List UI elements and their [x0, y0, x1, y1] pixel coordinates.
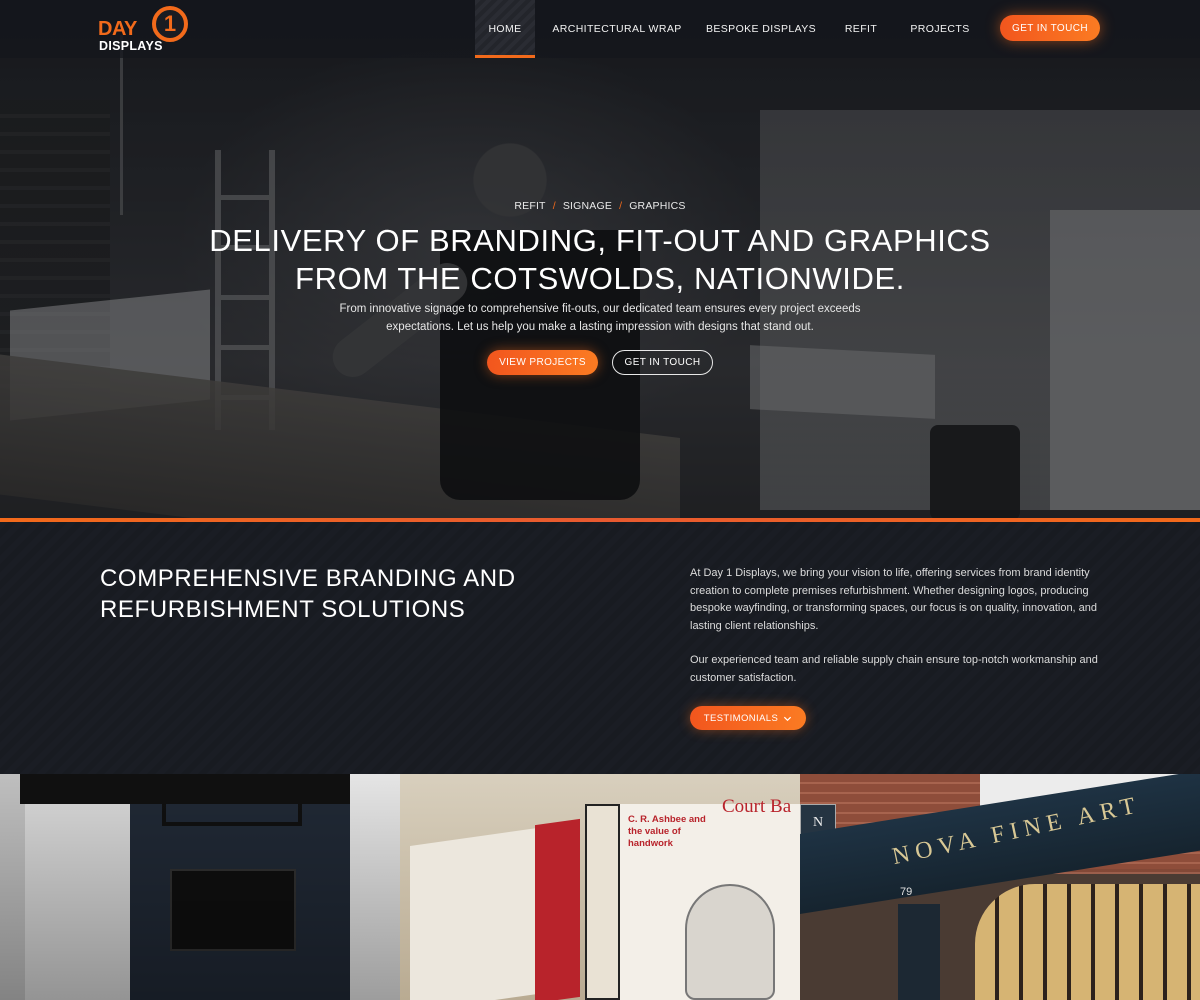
photo-exhibit-column	[585, 804, 620, 1000]
hero-title-line2: FROM THE COTSWOLDS, NATIONWIDE.	[295, 261, 905, 296]
breadcrumb-separator: /	[552, 200, 556, 212]
logo-numeral: 1	[163, 11, 177, 36]
breadcrumb-separator: /	[619, 200, 623, 212]
photo-exhibit-heading: Court Ba	[722, 796, 792, 817]
nav-item-projects[interactable]: PROJECTS	[899, 0, 981, 58]
photo-shop-window	[975, 884, 1200, 1000]
photo-exhibit-caption: C. R. Ashbee and the value of handwork	[628, 814, 706, 849]
gallery-tile-shopfront[interactable]: N NOVA FINE ART 79	[800, 774, 1200, 1000]
nav-item-architectural-wrap[interactable]: ARCHITECTURAL WRAP	[535, 0, 699, 58]
photo-exhibit-panel-red	[535, 818, 580, 1000]
header-get-in-touch-button[interactable]: GET IN TOUCH	[1000, 15, 1100, 41]
logo-text-day: DAY	[98, 18, 137, 40]
intro-heading-line1: COMPREHENSIVE BRANDING AND	[100, 565, 516, 592]
intro-section: COMPREHENSIVE BRANDING AND REFURBISHMENT…	[0, 522, 1200, 774]
testimonials-button[interactable]: TESTIMONIALS	[690, 706, 806, 730]
gallery-tile-interior[interactable]	[0, 774, 400, 1000]
breadcrumb-refit: REFIT	[514, 200, 546, 212]
project-gallery: C. R. Ashbee and the value of handwork C…	[0, 774, 1200, 1000]
photo-street-number: 79	[900, 886, 913, 898]
intro-paragraph-1: At Day 1 Displays, we bring your vision …	[690, 567, 1098, 632]
main-nav: HOME ARCHITECTURAL WRAP BESPOKE DISPLAYS…	[475, 0, 981, 58]
logo-text-displays: DISPLAYS	[99, 39, 163, 53]
hero-get-in-touch-button[interactable]: GET IN TOUCH	[612, 350, 713, 375]
view-projects-button[interactable]: VIEW PROJECTS	[487, 350, 598, 375]
intro-heading: COMPREHENSIVE BRANDING AND REFURBISHMENT…	[100, 564, 540, 625]
logo-ring-icon: 1	[152, 6, 188, 42]
chevron-down-icon	[784, 716, 792, 721]
hero-title: DELIVERY OF BRANDING, FIT-OUT AND GRAPHI…	[150, 222, 1050, 298]
gallery-tile-exhibition[interactable]: C. R. Ashbee and the value of handwork C…	[400, 774, 800, 1000]
nav-item-bespoke-displays[interactable]: BESPOKE DISPLAYS	[699, 0, 823, 58]
intro-heading-line2: REFURBISHMENT SOLUTIONS	[100, 595, 466, 623]
day1-displays-logo[interactable]: DAY 1 DISPLAYS	[98, 6, 193, 54]
nav-item-home[interactable]: HOME	[475, 0, 535, 58]
hero-breadcrumb: REFIT / SIGNAGE / GRAPHICS	[0, 200, 1200, 212]
breadcrumb-signage: SIGNAGE	[562, 200, 613, 212]
testimonials-label: TESTIMONIALS	[703, 712, 779, 724]
nav-item-refit[interactable]: REFIT	[823, 0, 899, 58]
photo-portrait	[685, 884, 775, 1000]
site-header: DAY 1 DISPLAYS HOME ARCHITECTURAL WRAP B…	[0, 0, 1200, 58]
breadcrumb-graphics: GRAPHICS	[629, 200, 686, 212]
photo-door	[898, 904, 940, 1000]
hero-title-line1: DELIVERY OF BRANDING, FIT-OUT AND GRAPHI…	[209, 223, 991, 258]
hero-subtitle: From innovative signage to comprehensive…	[339, 303, 861, 333]
intro-paragraph-2: Our experienced team and reliable supply…	[690, 654, 1098, 684]
photo-shade	[0, 774, 400, 1000]
